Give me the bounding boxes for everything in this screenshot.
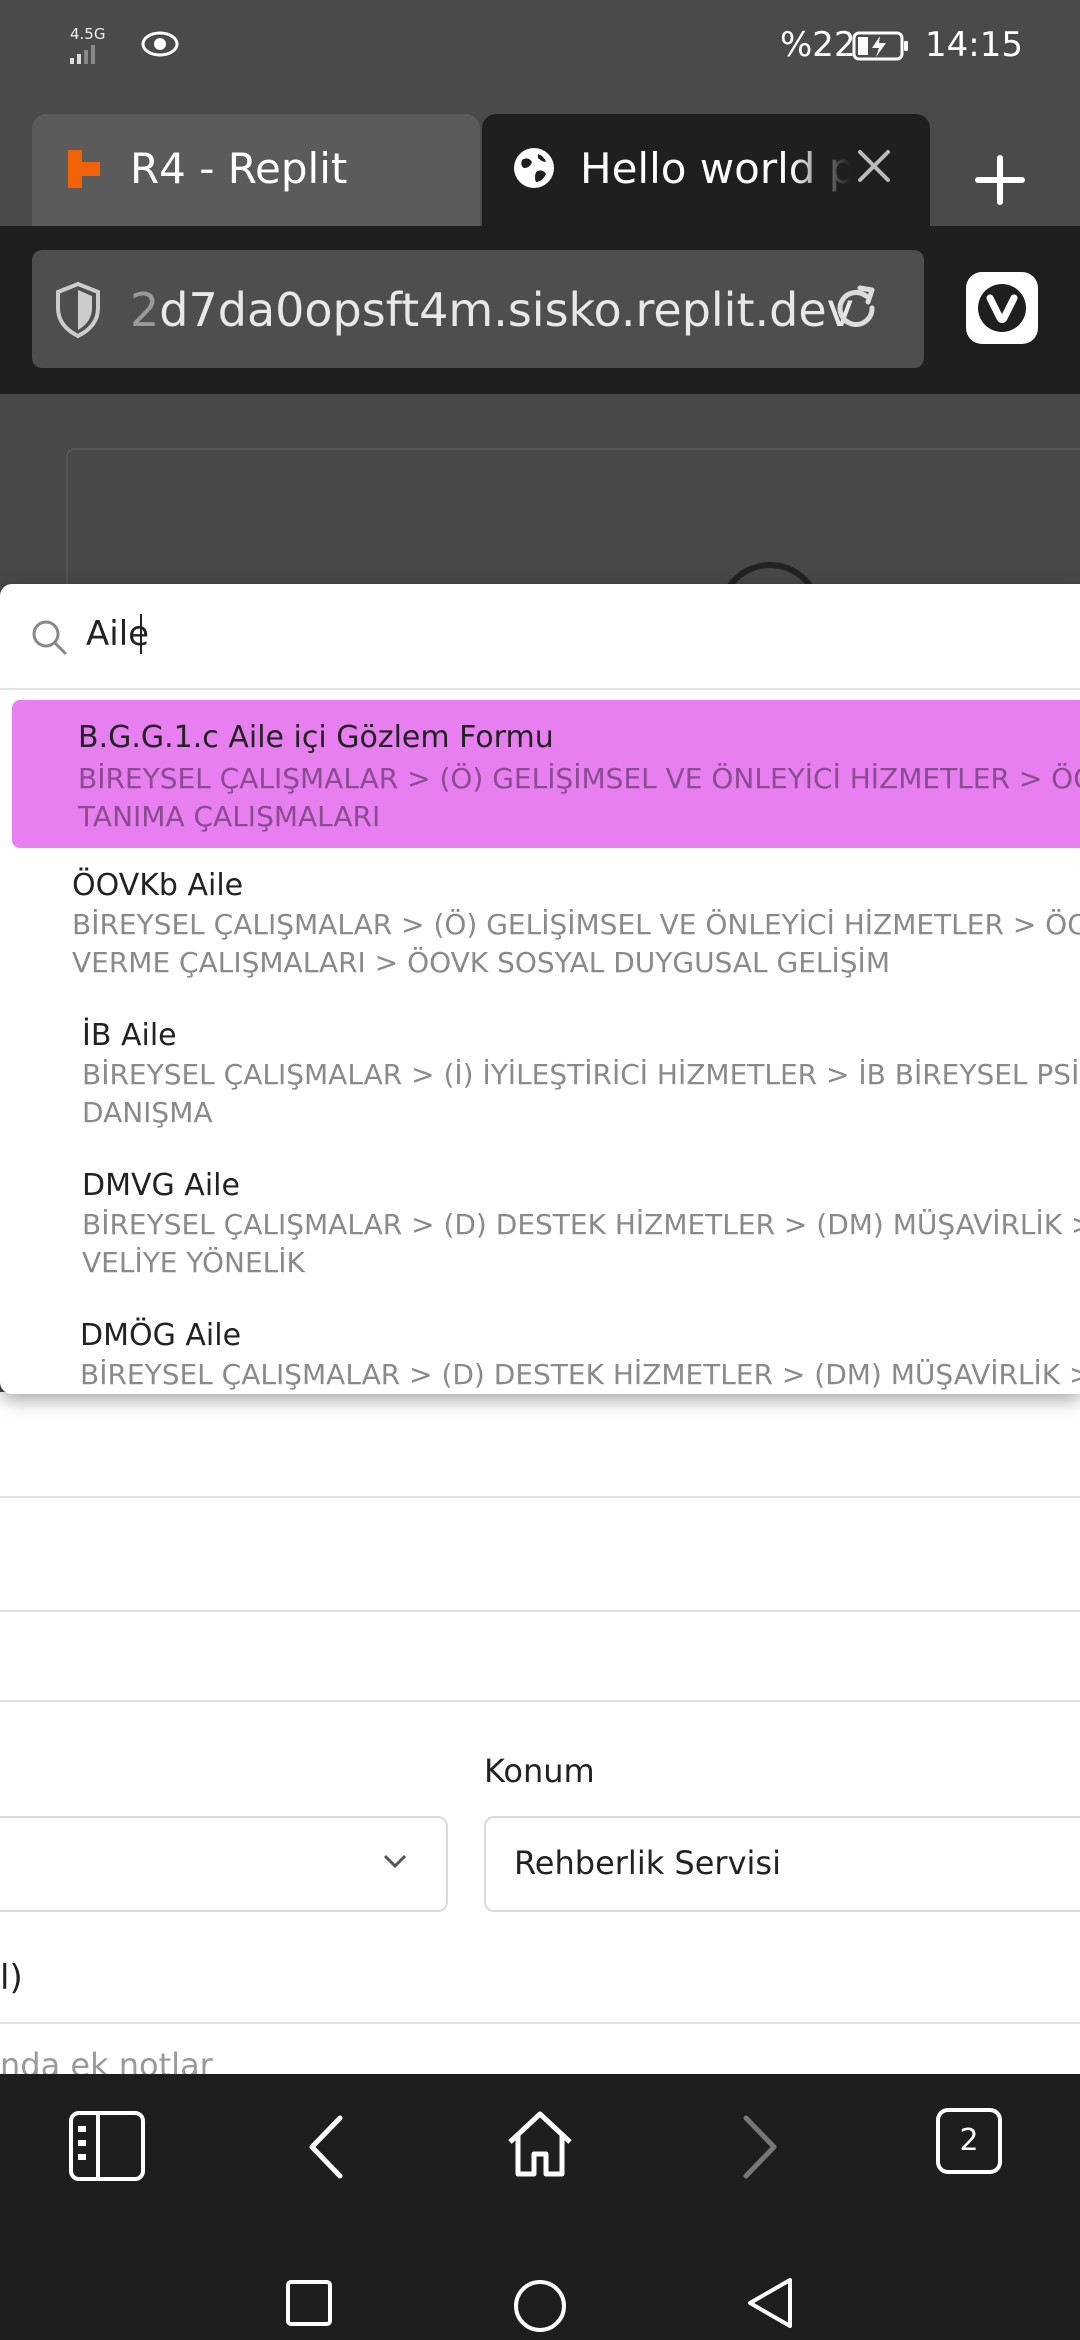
home-icon[interactable]: [504, 2108, 576, 2180]
reload-icon[interactable]: [826, 278, 886, 338]
replit-icon: [68, 150, 100, 188]
option-item[interactable]: ÖOVKb Aile BİREYSEL ÇALIŞMALAR > (Ö) GEL…: [0, 868, 1080, 1008]
page-card: [66, 448, 1080, 590]
search-dropdown: Aile B.G.G.1.c Aile içi Gözlem Formu BİR…: [0, 584, 1080, 1394]
option-title: B.G.G.1.c Aile içi Gözlem Formu: [78, 720, 554, 755]
text-caret: [140, 614, 142, 654]
option-item[interactable]: DMVG Aile BİREYSEL ÇALIŞMALAR > (D) DEST…: [0, 1168, 1080, 1308]
divider: [0, 1496, 1080, 1498]
url-prefix: 2: [130, 283, 160, 337]
option-path: BİREYSEL ÇALIŞMALAR > (D) DESTEK HİZMETL…: [80, 1358, 1080, 1391]
new-tab-plus-icon[interactable]: [960, 140, 1040, 220]
option-item[interactable]: İB Aile BİREYSEL ÇALIŞMALAR > (İ) İYİLEŞ…: [0, 1018, 1080, 1158]
option-title: İB Aile: [82, 1018, 177, 1053]
status-bar: 4.5G %22 14:15: [0, 0, 1080, 92]
eye-icon: [141, 31, 179, 57]
panel-toggle-icon[interactable]: [68, 2110, 146, 2182]
option-item[interactable]: DMÖG Aile BİREYSEL ÇALIŞMALAR > (D) DEST…: [0, 1318, 1080, 1394]
search-row[interactable]: Aile: [0, 584, 1080, 690]
form-area: [0, 1392, 1080, 2074]
option-path: BİREYSEL ÇALIŞMALAR > (İ) İYİLEŞTİRİCİ H…: [82, 1058, 1080, 1091]
back-arrow-icon[interactable]: [302, 2112, 350, 2182]
tab-replit[interactable]: R4 - Replit: [32, 114, 480, 226]
tab-bar: R4 - Replit Hello world project: [0, 92, 1080, 226]
vivaldi-menu-button[interactable]: [966, 272, 1038, 344]
url-text[interactable]: 2d7da0opsft4m.sisko.replit.dev: [130, 283, 854, 337]
konum-value: Rehberlik Servisi: [514, 1844, 781, 1882]
tab-hello-world[interactable]: Hello world project: [482, 114, 930, 226]
network-indicator: 4.5G: [70, 26, 105, 64]
battery-percent: %22: [780, 25, 856, 65]
divider: [0, 2022, 1080, 2024]
url-host: d7da0opsft4m.sisko.replit.dev: [159, 283, 854, 337]
clock: 14:15: [925, 25, 1023, 65]
divider: [0, 1700, 1080, 1702]
shield-icon[interactable]: [52, 280, 104, 340]
tab-label: R4 - Replit: [130, 144, 348, 193]
system-home-icon[interactable]: [512, 2278, 568, 2334]
option-title: DMÖG Aile: [80, 1318, 242, 1353]
option-path: VELİYE YÖNELİK: [82, 1246, 305, 1279]
battery-charging-icon: [852, 31, 908, 61]
chevron-down-icon: [383, 1854, 407, 1869]
bottom-toolbar: 2: [0, 2074, 1080, 2340]
option-path: BİREYSEL ÇALIŞMALAR > (Ö) GELİŞİMSEL VE …: [78, 762, 1080, 795]
divider: [0, 1610, 1080, 1612]
option-item[interactable]: B.G.G.1.c Aile içi Gözlem Formu BİREYSEL…: [12, 700, 1080, 848]
vivaldi-logo-icon: [978, 284, 1026, 332]
option-path: BİREYSEL ÇALIŞMALAR > (D) DESTEK HİZMETL…: [82, 1208, 1080, 1241]
tab-count-button[interactable]: 2: [936, 2108, 1002, 2174]
close-icon[interactable]: [852, 144, 896, 188]
tab-count: 2: [959, 2123, 979, 2158]
recent-apps-icon[interactable]: [284, 2278, 334, 2328]
globe-icon: [514, 148, 554, 188]
konum-label: Konum: [484, 1752, 595, 1790]
option-path: TANIMA ÇALIŞMALARI: [78, 800, 381, 833]
option-path: DANIŞMA: [82, 1096, 213, 1129]
option-title: ÖOVKb Aile: [72, 868, 244, 903]
system-back-icon[interactable]: [744, 2274, 796, 2332]
field-label-partial: l): [0, 1958, 23, 1998]
tab-label: Hello world project: [580, 144, 850, 193]
option-path: VERME ÇALIŞMALARI > ÖOVK SOSYAL DUYGUSAL…: [72, 946, 890, 979]
signal-icon: [70, 45, 95, 64]
option-title: DMVG Aile: [82, 1168, 240, 1203]
option-path: BİREYSEL ÇALIŞMALAR > (Ö) GELİŞİMSEL VE …: [72, 908, 1080, 941]
search-icon: [32, 620, 67, 655]
forward-arrow-icon[interactable]: [736, 2112, 784, 2182]
